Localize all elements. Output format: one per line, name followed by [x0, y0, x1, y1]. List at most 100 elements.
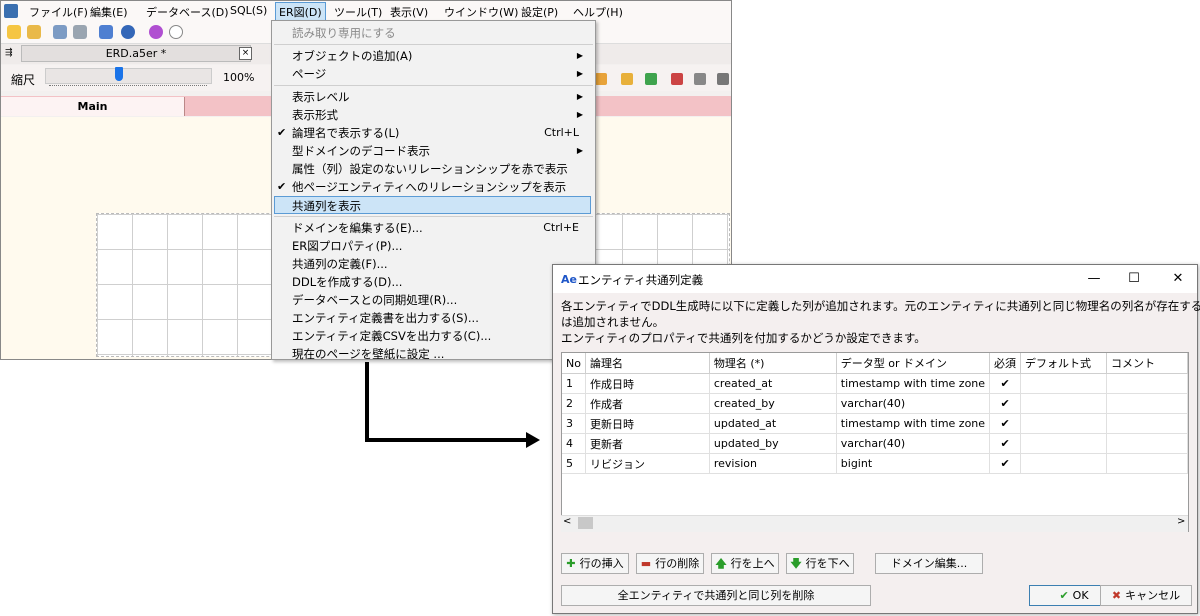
- dropdown-menu-item[interactable]: エンティティ定義CSVを出力する(C)...: [292, 327, 591, 345]
- dropdown-menu-item[interactable]: 論理名で表示する(L) ✔ Ctrl+L: [277, 124, 591, 142]
- col-header-logical[interactable]: 論理名: [585, 353, 710, 374]
- cell-comment[interactable]: [1106, 373, 1188, 394]
- cell-default[interactable]: [1020, 373, 1108, 394]
- zoom-slider[interactable]: [45, 68, 212, 84]
- cell-logical[interactable]: リビジョン: [585, 453, 710, 474]
- cell-required[interactable]: ✔: [989, 393, 1022, 414]
- cell-no[interactable]: 5: [562, 453, 586, 474]
- cell-type[interactable]: timestamp with time zone: [836, 413, 991, 434]
- tree-icon[interactable]: [595, 73, 607, 85]
- cell-type[interactable]: bigint: [836, 453, 991, 474]
- insert-row-button[interactable]: ✚ 行の挿入: [561, 553, 629, 574]
- gear-icon[interactable]: [121, 25, 135, 39]
- paste-icon[interactable]: [717, 73, 729, 85]
- maximize-button[interactable]: ☐: [1119, 269, 1149, 289]
- cell-required[interactable]: ✔: [989, 373, 1022, 394]
- dropdown-menu-item[interactable]: 表示形式 ▶: [292, 106, 591, 124]
- cell-physical[interactable]: updated_at: [709, 413, 837, 434]
- cell-required[interactable]: ✔: [989, 453, 1022, 474]
- col-header-required[interactable]: 必須: [989, 353, 1022, 374]
- col-header-physical[interactable]: 物理名 (*): [709, 353, 837, 374]
- cell-no[interactable]: 2: [562, 393, 586, 414]
- cell-type[interactable]: varchar(40): [836, 433, 991, 454]
- dropdown-menu-item[interactable]: 表示レベル ▶: [292, 88, 591, 106]
- dropdown-menu-item[interactable]: 他ページエンティティへのリレーションシップを表示 ✔: [277, 178, 591, 196]
- table-row[interactable]: 5 リビジョン revision bigint ✔: [562, 453, 1188, 474]
- tab-close-icon[interactable]: ×: [239, 47, 252, 60]
- dropdown-menu-item[interactable]: 共通列を表示: [274, 196, 591, 214]
- move-down-button[interactable]: 🡇 行を下へ: [786, 553, 854, 574]
- menu-item[interactable]: ヘルプ(H): [573, 4, 623, 20]
- zoom-slider-thumb[interactable]: [115, 67, 124, 81]
- col-header-default[interactable]: デフォルト式: [1020, 353, 1108, 374]
- col-header-no[interactable]: No: [562, 353, 586, 374]
- menu-item[interactable]: ER図(D): [275, 2, 326, 22]
- cell-comment[interactable]: [1106, 413, 1188, 434]
- cell-comment[interactable]: [1106, 433, 1188, 454]
- dropdown-menu-item[interactable]: オブジェクトの追加(A) ▶: [292, 47, 591, 65]
- menu-item[interactable]: ツール(T): [334, 4, 382, 20]
- cut-icon[interactable]: [671, 73, 683, 85]
- dropdown-menu-item[interactable]: 型ドメインのデコード表示 ▶: [292, 142, 591, 160]
- dropdown-menu-item[interactable]: ページ ▶: [292, 65, 591, 83]
- document-tab[interactable]: ERD.a5er *: [21, 45, 251, 62]
- table-row[interactable]: 4 更新者 updated_by varchar(40) ✔: [562, 433, 1188, 454]
- menu-item[interactable]: 表示(V): [390, 4, 428, 20]
- cell-default[interactable]: [1020, 433, 1108, 454]
- dropdown-menu-item[interactable]: 共通列の定義(F)...: [292, 255, 591, 273]
- delete-all-common-button[interactable]: 全エンティティで共通列と同じ列を削除: [561, 585, 871, 606]
- cell-default[interactable]: [1020, 453, 1108, 474]
- scroll-right-icon[interactable]: >: [1177, 516, 1185, 527]
- cell-no[interactable]: 4: [562, 433, 586, 454]
- menu-item[interactable]: データベース(D): [146, 4, 229, 20]
- move-up-button[interactable]: 🡅 行を上へ: [711, 553, 779, 574]
- dropdown-menu-item[interactable]: データベースとの同期処理(R)...: [292, 291, 591, 309]
- dropdown-menu-item[interactable]: 属性（列）設定のないリレーションシップを赤で表示: [292, 160, 591, 178]
- cell-physical[interactable]: updated_by: [709, 433, 837, 454]
- menu-item[interactable]: ファイル(F): [29, 4, 88, 20]
- dropdown-menu-item[interactable]: エンティティ定義書を出力する(S)...: [292, 309, 591, 327]
- copy-icon[interactable]: [694, 73, 706, 85]
- redo-icon[interactable]: [645, 73, 657, 85]
- tab-list-icon[interactable]: ⇶: [5, 48, 13, 58]
- cell-no[interactable]: 3: [562, 413, 586, 434]
- cell-physical[interactable]: revision: [709, 453, 837, 474]
- menu-item[interactable]: ウインドウ(W): [444, 4, 518, 20]
- col-header-comment[interactable]: コメント: [1106, 353, 1188, 374]
- plugin-icon[interactable]: [149, 25, 163, 39]
- dropdown-menu-item[interactable]: 読み取り専用にする: [292, 24, 591, 42]
- cell-comment[interactable]: [1106, 453, 1188, 474]
- dropdown-menu-item[interactable]: ドメインを編集する(E)... Ctrl+E: [292, 219, 591, 237]
- book-icon[interactable]: [99, 25, 113, 39]
- cell-logical[interactable]: 更新日時: [585, 413, 710, 434]
- cancel-button[interactable]: ✖ キャンセル: [1100, 585, 1192, 606]
- clock-icon[interactable]: [169, 25, 183, 39]
- dropdown-menu-item[interactable]: ER図プロパティ(P)...: [292, 237, 591, 255]
- scroll-left-icon[interactable]: <: [563, 516, 571, 527]
- cell-default[interactable]: [1020, 413, 1108, 434]
- cell-type[interactable]: timestamp with time zone: [836, 373, 991, 394]
- table-row[interactable]: 3 更新日時 updated_at timestamp with time zone ✔: [562, 413, 1188, 434]
- cell-required[interactable]: ✔: [989, 413, 1022, 434]
- minimize-button[interactable]: —: [1079, 269, 1109, 289]
- cell-physical[interactable]: created_by: [709, 393, 837, 414]
- menu-item[interactable]: 編集(E): [90, 4, 128, 20]
- cell-logical[interactable]: 作成者: [585, 393, 710, 414]
- undo-icon[interactable]: [621, 73, 633, 85]
- dropdown-menu-item[interactable]: DDLを作成する(D)...: [292, 273, 591, 291]
- col-header-type[interactable]: データ型 or ドメイン: [836, 353, 991, 374]
- scroll-thumb[interactable]: [578, 517, 593, 529]
- new-icon[interactable]: [7, 25, 21, 39]
- delete-row-button[interactable]: ▬ 行の削除: [636, 553, 704, 574]
- table-row[interactable]: 2 作成者 created_by varchar(40) ✔: [562, 393, 1188, 414]
- cell-physical[interactable]: created_at: [709, 373, 837, 394]
- open-icon[interactable]: [27, 25, 41, 39]
- close-button[interactable]: ✕: [1163, 269, 1193, 289]
- cell-logical[interactable]: 更新者: [585, 433, 710, 454]
- database-gray-icon[interactable]: [73, 25, 87, 39]
- table-row[interactable]: 1 作成日時 created_at timestamp with time zone ✔: [562, 373, 1188, 394]
- database-icon[interactable]: [53, 25, 67, 39]
- edit-domain-button[interactable]: ドメイン編集...: [875, 553, 983, 574]
- cell-comment[interactable]: [1106, 393, 1188, 414]
- cell-type[interactable]: varchar(40): [836, 393, 991, 414]
